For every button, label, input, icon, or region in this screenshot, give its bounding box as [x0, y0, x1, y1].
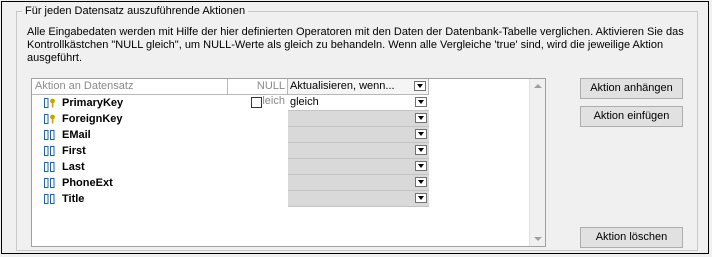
table-row[interactable]: ForeignKey — [32, 111, 429, 127]
groupbox-title: Für jeden Datensatz auszuführende Aktion… — [22, 4, 249, 18]
header-null-equal: NULL gleich — [228, 79, 288, 107]
grid-header: Aktion an Datensatz NULL gleich Aktualis… — [32, 79, 429, 107]
description-text: Alle Eingabedaten werden mit Hilfe der h… — [27, 26, 684, 64]
column-name: EMail — [62, 129, 91, 141]
key-column-icon — [44, 114, 55, 124]
chevron-down-icon[interactable] — [415, 113, 427, 123]
append-action-button[interactable]: Aktion anhängen — [580, 78, 683, 99]
table-row[interactable]: Title — [32, 191, 429, 207]
null-equal-cell — [228, 111, 288, 127]
delete-action-button[interactable]: Aktion löschen — [580, 227, 683, 248]
chevron-down-icon[interactable] — [414, 81, 426, 91]
key-column-icon — [44, 98, 55, 108]
null-equal-cell — [228, 191, 288, 207]
scroll-up-icon[interactable] — [534, 84, 542, 88]
chevron-down-icon[interactable] — [415, 177, 427, 187]
column-icon — [44, 162, 55, 172]
null-equal-checkbox[interactable] — [251, 97, 262, 108]
column-name: PrimaryKey — [62, 97, 124, 109]
table-row[interactable]: First — [32, 143, 429, 159]
operator-dropdown[interactable] — [288, 191, 429, 207]
column-icon — [44, 178, 55, 188]
actions-grid[interactable]: Aktion an Datensatz NULL gleich Aktualis… — [31, 78, 546, 247]
column-icon — [44, 146, 55, 156]
chevron-down-icon[interactable] — [415, 129, 427, 139]
column-name: PhoneExt — [62, 177, 113, 189]
column-name: First — [62, 145, 86, 157]
row-action-cell: Title — [32, 191, 228, 207]
insert-action-button[interactable]: Aktion einfügen — [580, 106, 683, 127]
column-name: Title — [62, 193, 85, 205]
operator-dropdown[interactable] — [288, 175, 429, 191]
row-action-cell: PrimaryKey — [32, 95, 228, 111]
operator-dropdown[interactable] — [288, 159, 429, 175]
operator-dropdown[interactable] — [288, 143, 429, 159]
chevron-down-icon[interactable] — [415, 161, 427, 171]
operator-value: gleich — [290, 96, 319, 108]
row-action-cell: EMail — [32, 127, 228, 143]
header-update-when-dropdown[interactable]: Aktualisieren, wenn... — [288, 79, 429, 94]
null-equal-cell — [228, 143, 288, 159]
null-equal-cell — [228, 175, 288, 191]
operator-dropdown[interactable] — [288, 127, 429, 143]
table-row[interactable]: PrimaryKey gleich — [32, 95, 429, 111]
null-equal-cell — [228, 159, 288, 175]
column-name: Last — [62, 161, 85, 173]
table-row[interactable]: PhoneExt — [32, 175, 429, 191]
vertical-scrollbar[interactable] — [529, 79, 545, 246]
row-action-cell: Last — [32, 159, 228, 175]
header-update-label: Aktualisieren, wenn... — [290, 80, 395, 92]
operator-dropdown[interactable]: gleich — [288, 95, 429, 111]
operator-dropdown[interactable] — [288, 111, 429, 127]
column-icon — [44, 194, 55, 204]
row-action-cell: First — [32, 143, 228, 159]
null-equal-cell — [228, 95, 288, 111]
table-row[interactable]: Last — [32, 159, 429, 175]
column-name: ForeignKey — [62, 113, 123, 125]
row-action-cell: PhoneExt — [32, 175, 228, 191]
null-equal-cell — [228, 127, 288, 143]
chevron-down-icon[interactable] — [415, 145, 427, 155]
row-action-cell: ForeignKey — [32, 111, 228, 127]
chevron-down-icon[interactable] — [415, 97, 427, 107]
table-row[interactable]: EMail — [32, 127, 429, 143]
header-action: Aktion an Datensatz — [32, 79, 228, 94]
column-icon — [44, 130, 55, 140]
scroll-down-icon[interactable] — [534, 237, 542, 241]
chevron-down-icon[interactable] — [415, 193, 427, 203]
